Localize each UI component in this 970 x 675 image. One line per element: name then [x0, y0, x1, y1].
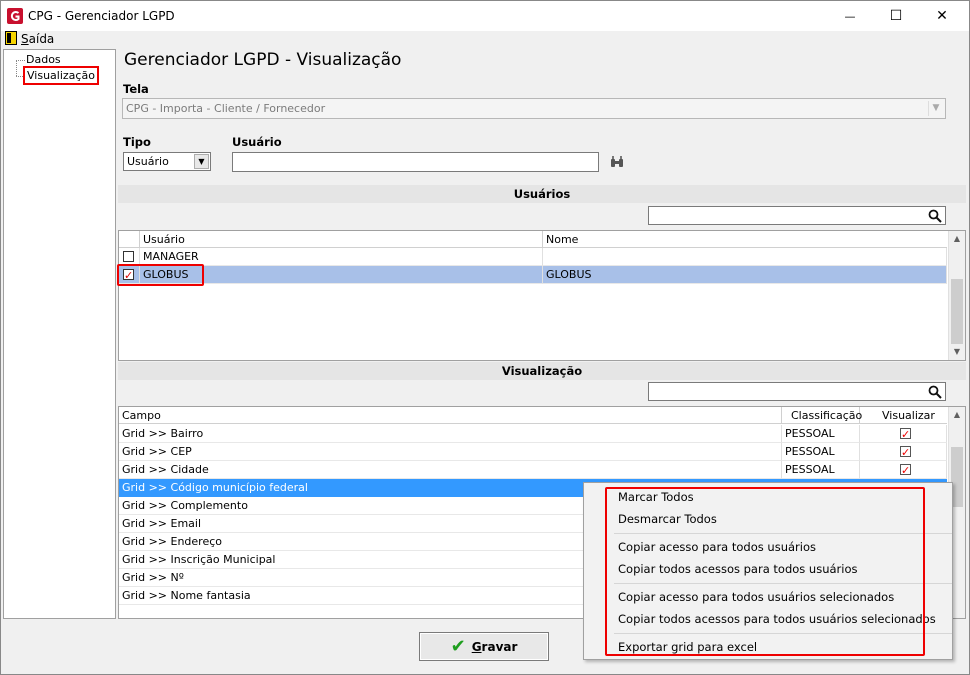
cell-campo: Grid >> Bairro	[119, 425, 782, 443]
header-usuario[interactable]: Usuário	[140, 231, 543, 248]
save-button[interactable]: ✔ Gravar	[419, 632, 549, 661]
users-grid-header: Usuário Nome	[119, 231, 947, 248]
window-title: CPG - Gerenciador LGPD	[28, 9, 175, 23]
table-row[interactable]: Grid >> Bairro PESSOAL	[119, 425, 947, 443]
search-icon[interactable]	[928, 209, 942, 223]
tela-label: Tela	[123, 82, 149, 96]
view-grid-header: Campo Classificação Visualizar	[119, 407, 947, 424]
page-title: Gerenciador LGPD - Visualização	[124, 50, 402, 70]
scroll-up-icon[interactable]: ▲	[949, 231, 965, 247]
tela-select[interactable]: CPG - Importa - Cliente / Fornecedor ▼	[122, 98, 946, 119]
chevron-down-icon: ▼	[928, 101, 943, 116]
cpg-logo-icon	[7, 8, 23, 24]
tree-connector	[16, 60, 25, 61]
tela-select-value: CPG - Importa - Cliente / Fornecedor	[126, 102, 326, 115]
cell-nome	[543, 248, 947, 266]
exit-door-icon	[5, 31, 17, 45]
view-search-input[interactable]	[648, 382, 946, 401]
highlight-globus-row	[117, 264, 204, 286]
cell-classificacao: PESSOAL	[782, 461, 860, 479]
tipo-select-value: Usuário	[127, 155, 169, 168]
tree-connector	[16, 76, 25, 77]
users-grid: Usuário Nome MANAGER GLOBUS GLOBUS ▲ ▼	[118, 230, 966, 361]
navigation-tree: Dados Visualização	[3, 49, 116, 619]
tipo-select[interactable]: Usuário ▼	[123, 152, 211, 171]
view-section-header: Visualização	[118, 362, 966, 380]
scroll-thumb[interactable]	[951, 279, 963, 344]
save-button-mnemonic: G	[471, 639, 482, 654]
cell-visualizar	[860, 443, 947, 461]
table-row[interactable]: Grid >> CEP PESSOAL	[119, 443, 947, 461]
tipo-label: Tipo	[123, 135, 151, 149]
table-row-selected[interactable]: GLOBUS GLOBUS	[119, 266, 947, 284]
usuario-label: Usuário	[232, 135, 282, 149]
cell-nome: GLOBUS	[543, 266, 947, 284]
table-row[interactable]: Grid >> Cidade PESSOAL	[119, 461, 947, 479]
header-campo[interactable]: Campo	[119, 407, 782, 424]
cell-visualizar	[860, 425, 947, 443]
maximize-icon: ☐	[889, 8, 903, 24]
cell-classificacao: PESSOAL	[782, 443, 860, 461]
tree-connector	[16, 60, 17, 76]
menu-exit[interactable]: Saída	[21, 32, 54, 46]
minimize-button[interactable]: —	[827, 1, 873, 31]
menu-bar: Saída	[1, 31, 969, 47]
visualizar-checkbox[interactable]	[900, 462, 911, 478]
cell-campo: Grid >> CEP	[119, 443, 782, 461]
users-scrollbar[interactable]: ▲ ▼	[948, 231, 965, 360]
visualizar-checkbox[interactable]	[900, 426, 911, 442]
chevron-down-icon: ▼	[194, 154, 209, 169]
minimize-icon: —	[844, 9, 856, 23]
save-button-label: ravar	[481, 639, 518, 654]
usuario-input[interactable]	[232, 152, 599, 172]
app-window: CPG - Gerenciador LGPD — ☐ ✕ Saída Dados…	[0, 0, 970, 675]
visualizar-checkbox[interactable]	[900, 444, 911, 460]
users-section-header: Usuários	[118, 185, 966, 203]
header-check-col	[119, 231, 140, 248]
green-check-icon: ✔	[450, 636, 466, 657]
header-visualizar[interactable]: Visualizar	[860, 407, 947, 424]
scroll-up-icon[interactable]: ▲	[949, 407, 965, 423]
highlight-context-menu	[605, 487, 925, 656]
cell-classificacao: PESSOAL	[782, 425, 860, 443]
cell-campo: Grid >> Cidade	[119, 461, 782, 479]
table-row[interactable]: MANAGER	[119, 248, 947, 266]
header-classificacao[interactable]: Classificação	[782, 407, 862, 424]
close-button[interactable]: ✕	[919, 1, 965, 31]
close-icon: ✕	[936, 8, 948, 24]
scroll-down-icon[interactable]: ▼	[949, 344, 965, 360]
binoculars-search-icon[interactable]	[610, 156, 624, 168]
cell-visualizar	[860, 461, 947, 479]
users-search-input[interactable]	[648, 206, 946, 225]
tree-item-dados[interactable]: Dados	[26, 53, 61, 66]
row-checkbox[interactable]	[123, 251, 134, 262]
search-icon[interactable]	[928, 385, 942, 399]
tree-item-visualizacao[interactable]: Visualização	[23, 66, 99, 85]
maximize-button[interactable]: ☐	[873, 1, 919, 31]
title-bar: CPG - Gerenciador LGPD — ☐ ✕	[1, 1, 969, 31]
header-nome[interactable]: Nome	[543, 231, 947, 248]
menu-exit-mnemonic: S	[21, 32, 29, 46]
menu-exit-rest: aída	[28, 32, 55, 46]
